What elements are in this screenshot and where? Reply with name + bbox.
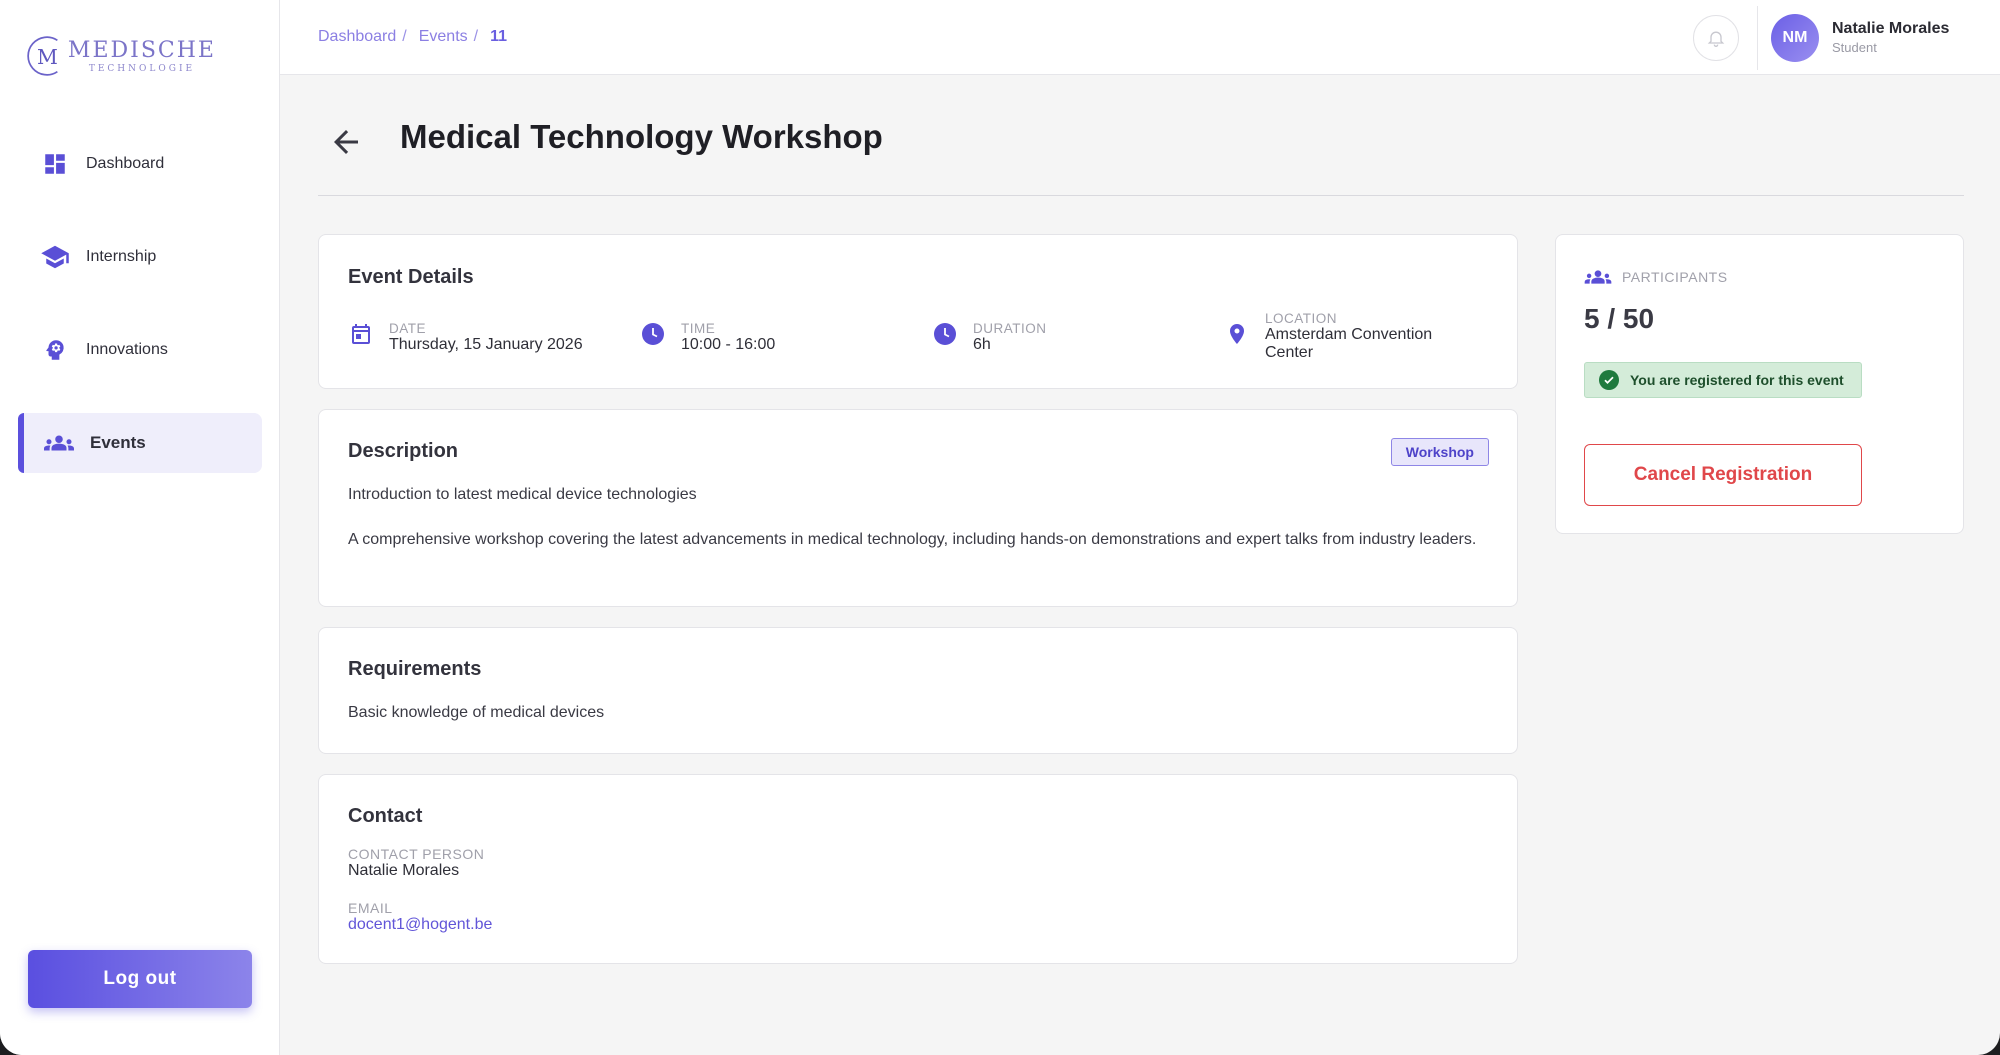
location-pin-icon: [1224, 321, 1250, 347]
calendar-icon: [348, 321, 374, 347]
sidebar-item-dashboard[interactable]: Dashboard: [18, 134, 262, 194]
location-value-line1: Amsterdam Convention: [1265, 326, 1433, 343]
sidebar-item-label: Dashboard: [86, 155, 165, 172]
clock-icon: [932, 321, 958, 347]
contact-person-value: Natalie Morales: [348, 862, 460, 879]
sidebar-nav: Dashboard Internship Innovations Events: [18, 134, 262, 506]
people-group-icon: [1584, 267, 1612, 287]
graduation-cap-icon: [40, 242, 70, 272]
duration-value: 6h: [973, 336, 991, 353]
logo-text: MEDISCHE TECHNOLOGIE: [68, 38, 216, 74]
time-label: TIME: [681, 321, 716, 336]
email-link[interactable]: docent1@hogent.be: [348, 916, 492, 934]
user-name: Natalie Morales: [1832, 20, 1950, 37]
logout-button[interactable]: Log out: [28, 950, 252, 1008]
breadcrumb-events[interactable]: Events: [419, 28, 468, 46]
title-divider: [318, 195, 1964, 196]
registration-status-badge: You are registered for this event: [1584, 362, 1862, 398]
sidebar-item-innovations[interactable]: Innovations: [18, 320, 262, 380]
participants-card: PARTICIPANTS 5 / 50 You are registered f…: [1555, 234, 1964, 534]
participants-count: 5 / 50: [1584, 303, 1655, 334]
back-button[interactable]: [328, 124, 364, 160]
event-type-badge: Workshop: [1390, 438, 1489, 466]
requirements-heading: Requirements: [348, 658, 482, 680]
top-bar: Dashboard / Events / 11 NM Natalie Moral…: [280, 0, 2000, 75]
notifications-button[interactable]: [1693, 15, 1739, 61]
event-date: DATE Thursday, 15 January 2026: [348, 321, 583, 354]
sidebar-item-label: Innovations: [86, 341, 168, 358]
breadcrumb-dashboard[interactable]: Dashboard: [318, 28, 396, 46]
time-value: 10:00 - 16:00: [681, 336, 776, 353]
description-summary: Introduction to latest medical device te…: [348, 486, 697, 503]
description-body: A comprehensive workshop covering the la…: [348, 531, 1477, 548]
email-label: EMAIL: [348, 900, 393, 916]
arrow-left-icon: [334, 130, 358, 154]
contact-person-label: CONTACT PERSON: [348, 846, 485, 862]
sidebar-item-label: Internship: [86, 248, 157, 265]
event-time: TIME 10:00 - 16:00: [640, 321, 775, 354]
date-label: DATE: [389, 321, 427, 336]
registration-status-text: You are registered for this event: [1630, 372, 1844, 388]
requirements-card: Requirements Basic knowledge of medical …: [318, 627, 1518, 754]
event-location: LOCATION Amsterdam Convention Center: [1224, 311, 1432, 362]
breadcrumb-current: 11: [490, 28, 508, 45]
contact-card: Contact CONTACT PERSON Natalie Morales E…: [318, 774, 1518, 964]
bell-icon: [1707, 31, 1725, 47]
breadcrumb-separator: /: [473, 28, 479, 45]
sidebar: M MEDISCHE TECHNOLOGIE Dashboard Interns…: [0, 0, 280, 1055]
description-card: Description Workshop Introduction to lat…: [318, 409, 1518, 607]
page-title: Medical Technology Workshop: [400, 118, 883, 155]
description-heading: Description: [348, 440, 459, 462]
requirements-text: Basic knowledge of medical devices: [348, 704, 605, 721]
app-window: M MEDISCHE TECHNOLOGIE Dashboard Interns…: [0, 0, 2000, 1055]
logo-subtitle: TECHNOLOGIE: [88, 64, 196, 74]
cancel-registration-button[interactable]: Cancel Registration: [1584, 444, 1862, 506]
event-details-card: Event Details DATE Thursday, 15 January …: [318, 234, 1518, 389]
svg-text:M: M: [37, 45, 58, 69]
breadcrumb-separator: /: [402, 28, 407, 45]
logo-name: MEDISCHE: [67, 38, 216, 63]
participants-label: PARTICIPANTS: [1622, 269, 1728, 285]
date-value: Thursday, 15 January 2026: [389, 336, 583, 353]
brand-logo[interactable]: M MEDISCHE TECHNOLOGIE: [26, 28, 216, 84]
clock-icon: [640, 321, 666, 347]
breadcrumb: Dashboard / Events / 11: [318, 28, 507, 46]
sidebar-item-label: Events: [90, 433, 146, 452]
user-role: Student: [1832, 40, 1877, 55]
header-divider: [1757, 6, 1758, 70]
people-group-icon: [44, 428, 74, 458]
avatar[interactable]: NM: [1771, 14, 1819, 62]
sidebar-item-internship[interactable]: Internship: [18, 227, 262, 287]
duration-label: DURATION: [973, 321, 1047, 336]
logo-mark-icon: M: [27, 36, 58, 76]
dashboard-icon: [40, 149, 70, 179]
contact-person: CONTACT PERSON Natalie Morales: [348, 846, 484, 880]
location-label: LOCATION: [1265, 311, 1338, 326]
location-value-line2: Center: [1265, 344, 1314, 361]
lightbulb-head-icon: [40, 335, 70, 365]
contact-heading: Contact: [348, 805, 423, 827]
check-circle-icon: [1599, 370, 1619, 390]
event-details-heading: Event Details: [348, 266, 474, 288]
contact-email: EMAIL docent1@hogent.be: [348, 900, 492, 934]
sidebar-item-events[interactable]: Events: [18, 413, 262, 473]
event-duration: DURATION 6h: [932, 321, 1047, 354]
